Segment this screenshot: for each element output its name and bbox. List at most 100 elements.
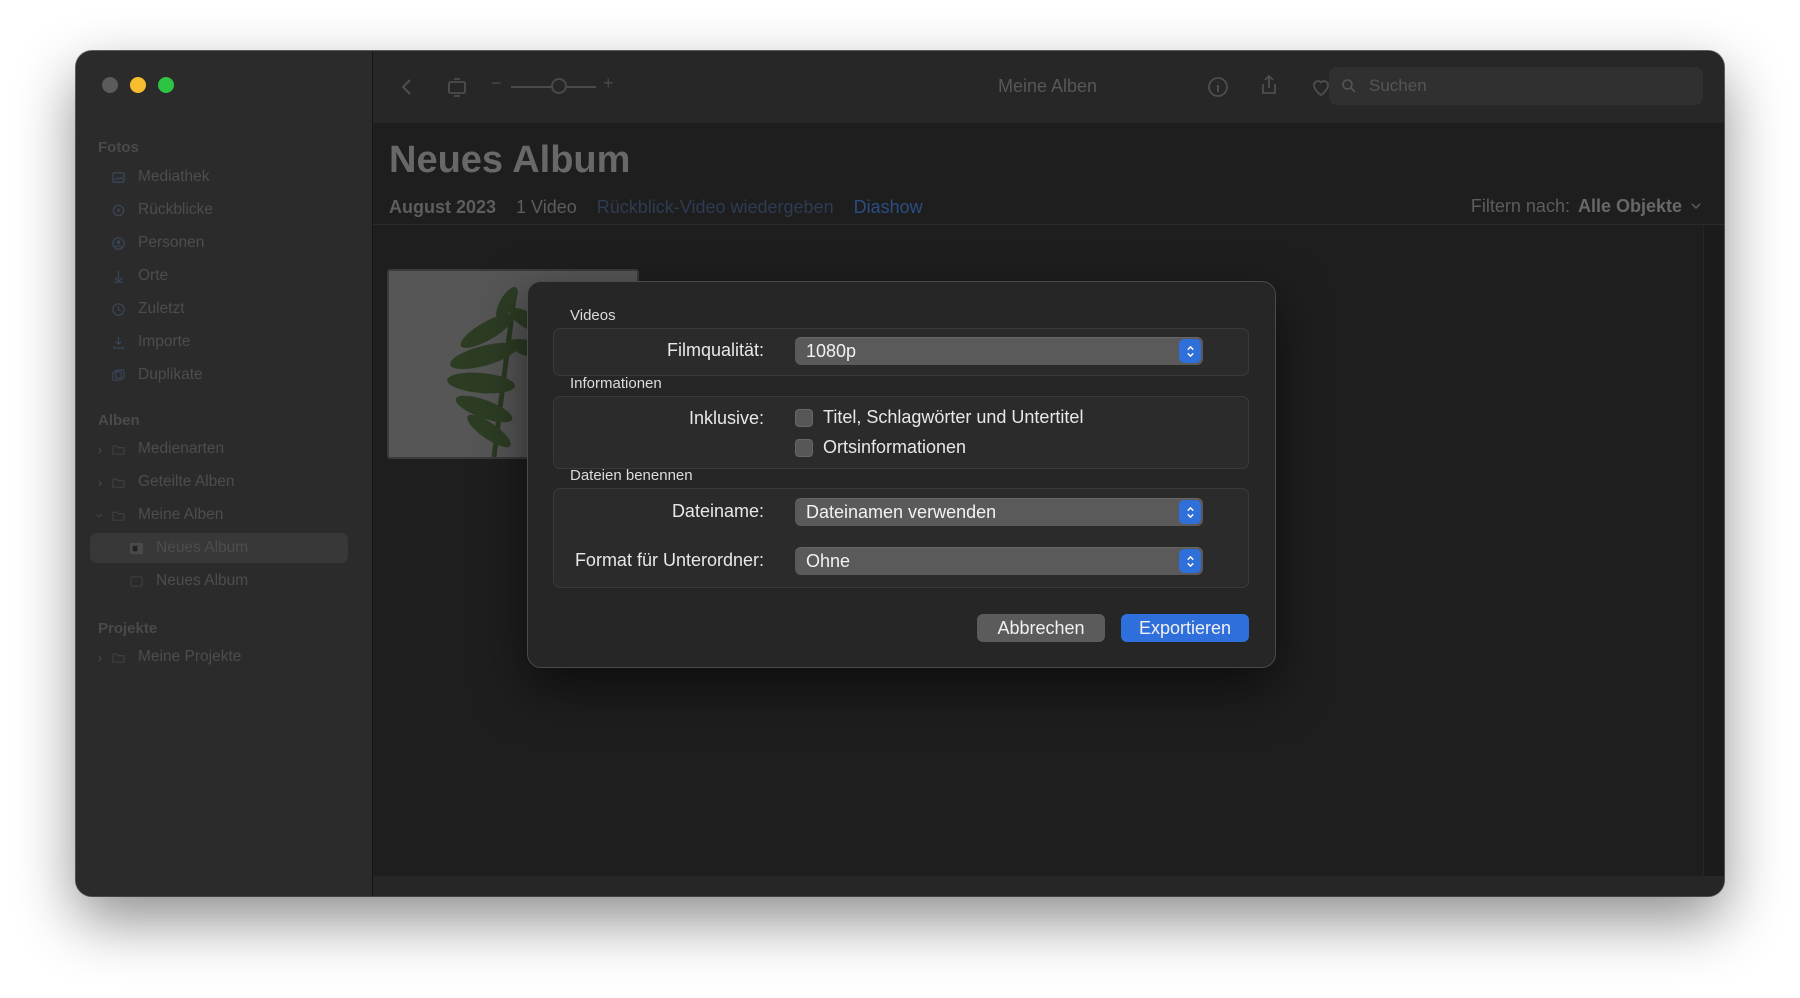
play-memory-video-link[interactable]: Rückblick-Video wiedergeben bbox=[597, 197, 834, 218]
places-icon bbox=[110, 269, 126, 283]
traffic-lights bbox=[102, 77, 174, 93]
chevron-right-icon[interactable]: › bbox=[94, 475, 106, 490]
subfolder-format-label: Format für Unterordner: bbox=[574, 550, 764, 570]
filter-value: Alle Objekte bbox=[1577, 196, 1682, 216]
imports-icon bbox=[110, 335, 126, 349]
videos-group-label: Videos bbox=[570, 307, 616, 324]
sidebar-item-label: Meine Alben bbox=[138, 506, 224, 523]
sidebar-item-orte[interactable]: Orte bbox=[90, 261, 348, 291]
updown-chevron-icon bbox=[1179, 549, 1201, 573]
bottom-bar bbox=[373, 876, 1724, 896]
sidebar-item-neues-album-selected[interactable]: Neues Album bbox=[90, 533, 348, 563]
videos-group-box: Filmqualität: 1080p bbox=[553, 328, 1249, 376]
search-input[interactable] bbox=[1367, 75, 1671, 97]
sidebar-item-label: Zuletzt bbox=[138, 300, 185, 317]
sidebar-item-rueckblicke[interactable]: Rückblicke bbox=[90, 195, 348, 225]
chevron-right-icon[interactable]: › bbox=[94, 650, 106, 665]
sidebar-item-meine-projekte[interactable]: › Meine Projekte bbox=[90, 642, 348, 672]
sidebar-item-label: Importe bbox=[138, 333, 191, 350]
sidebar-section-projekte: Projekte bbox=[98, 620, 158, 637]
sidebar-item-label: Medienarten bbox=[138, 440, 225, 457]
sidebar-item-label: Neues Album bbox=[156, 539, 249, 556]
search-field[interactable] bbox=[1329, 67, 1703, 105]
sidebar-item-mediathek[interactable]: Mediathek bbox=[90, 162, 348, 192]
titles-keywords-checkbox-label: Titel, Schlagwörter und Untertitel bbox=[823, 407, 1084, 427]
back-icon[interactable] bbox=[395, 75, 419, 99]
sidebar-section-fotos: Fotos bbox=[98, 139, 139, 156]
sidebar-item-importe[interactable]: Importe bbox=[90, 327, 348, 357]
sidebar-item-label: Duplikate bbox=[138, 366, 203, 383]
album-date: August 2023 bbox=[389, 197, 497, 217]
filename-value: Dateinamen verwenden bbox=[806, 501, 997, 522]
sidebar-section-alben: Alben bbox=[98, 412, 140, 429]
sidebar-item-label: Mediathek bbox=[138, 168, 210, 185]
folder-icon bbox=[110, 508, 126, 522]
album-icon bbox=[128, 541, 144, 555]
subfolder-format-value: Ohne bbox=[806, 550, 851, 571]
chevron-down-icon bbox=[1690, 196, 1702, 217]
sidebar-item-label: Personen bbox=[138, 234, 205, 251]
vertical-scrollbar[interactable] bbox=[1703, 226, 1724, 876]
chevron-down-icon[interactable]: › bbox=[93, 509, 108, 521]
information-group-box: Inklusive: Titel, Schlagwörter und Unter… bbox=[553, 396, 1249, 469]
file-naming-group-label: Dateien benennen bbox=[570, 467, 693, 484]
sidebar-item-label: Geteilte Alben bbox=[138, 473, 235, 490]
sidebar-item-duplikate[interactable]: Duplikate bbox=[90, 360, 348, 390]
share-icon[interactable] bbox=[1257, 73, 1281, 97]
close-window-button[interactable] bbox=[102, 77, 118, 93]
sidebar-item-personen[interactable]: Personen bbox=[90, 228, 348, 258]
titles-keywords-checkbox[interactable] bbox=[795, 408, 813, 427]
zoom-in-button[interactable]: + bbox=[603, 73, 614, 94]
folder-icon bbox=[110, 650, 126, 664]
sidebar-item-neues-album[interactable]: Neues Album bbox=[90, 566, 348, 596]
sidebar-item-label: Rückblicke bbox=[138, 201, 213, 218]
location-checkbox-row[interactable]: Ortsinformationen bbox=[795, 437, 966, 458]
slideshow-link[interactable]: Diashow bbox=[854, 197, 923, 218]
sidebar-item-medienarten[interactable]: › Medienarten bbox=[90, 434, 348, 464]
filename-popup[interactable]: Dateinamen verwenden bbox=[795, 498, 1203, 526]
location-checkbox-label: Ortsinformationen bbox=[823, 437, 967, 457]
folder-icon bbox=[110, 475, 126, 489]
toolbar-title: Meine Alben bbox=[998, 76, 1098, 96]
filter-label: Filtern nach: bbox=[1470, 196, 1570, 216]
album-title: Neues Album bbox=[389, 139, 631, 181]
movie-quality-value: 1080p bbox=[806, 340, 857, 361]
folder-icon bbox=[110, 442, 126, 456]
zoom-out-button[interactable]: − bbox=[491, 73, 502, 94]
album-icon bbox=[128, 574, 144, 588]
movie-quality-label: Filmqualität: bbox=[666, 340, 764, 360]
sidebar-item-label: Meine Projekte bbox=[138, 648, 242, 665]
maximize-window-button[interactable] bbox=[158, 77, 174, 93]
titles-keywords-checkbox-row[interactable]: Titel, Schlagwörter und Untertitel bbox=[795, 407, 1083, 428]
zoom-slider-knob[interactable] bbox=[551, 78, 567, 94]
subfolder-format-popup[interactable]: Ohne bbox=[795, 547, 1203, 575]
memories-icon bbox=[110, 203, 126, 217]
updown-chevron-icon bbox=[1179, 500, 1201, 524]
library-icon bbox=[110, 170, 126, 184]
movie-quality-popup[interactable]: 1080p bbox=[795, 337, 1203, 365]
cancel-button[interactable]: Abbrechen bbox=[977, 614, 1105, 642]
sidebar: Fotos Mediathek Rückblicke Personen Orte… bbox=[76, 51, 373, 896]
search-icon bbox=[1341, 78, 1357, 94]
export-button[interactable]: Exportieren bbox=[1121, 614, 1249, 642]
location-checkbox[interactable] bbox=[795, 438, 813, 457]
album-item-count: 1 Video bbox=[516, 197, 577, 217]
info-icon[interactable] bbox=[1206, 75, 1230, 99]
minimize-window-button[interactable] bbox=[130, 77, 146, 93]
toolbar: − + Meine Alben bbox=[373, 51, 1724, 123]
updown-chevron-icon bbox=[1179, 339, 1201, 363]
people-icon bbox=[110, 236, 126, 250]
slideshow-frame-icon[interactable] bbox=[445, 75, 469, 99]
sidebar-item-geteilte-alben[interactable]: › Geteilte Alben bbox=[90, 467, 348, 497]
sidebar-item-label: Neues Album bbox=[156, 572, 249, 589]
file-naming-group-box: Dateiname: Dateinamen verwenden Format f… bbox=[553, 488, 1249, 588]
filter-menu[interactable]: Filtern nach: Alle Objekte bbox=[1471, 196, 1702, 217]
header-divider bbox=[373, 224, 1724, 225]
filename-label: Dateiname: bbox=[671, 501, 764, 521]
recent-icon bbox=[110, 302, 126, 316]
album-meta: August 2023 1 Video Rückblick-Video wied… bbox=[389, 197, 923, 218]
chevron-right-icon[interactable]: › bbox=[94, 442, 106, 457]
duplicates-icon bbox=[110, 368, 126, 382]
sidebar-item-meine-alben[interactable]: › Meine Alben bbox=[90, 500, 348, 530]
sidebar-item-zuletzt[interactable]: Zuletzt bbox=[90, 294, 348, 324]
